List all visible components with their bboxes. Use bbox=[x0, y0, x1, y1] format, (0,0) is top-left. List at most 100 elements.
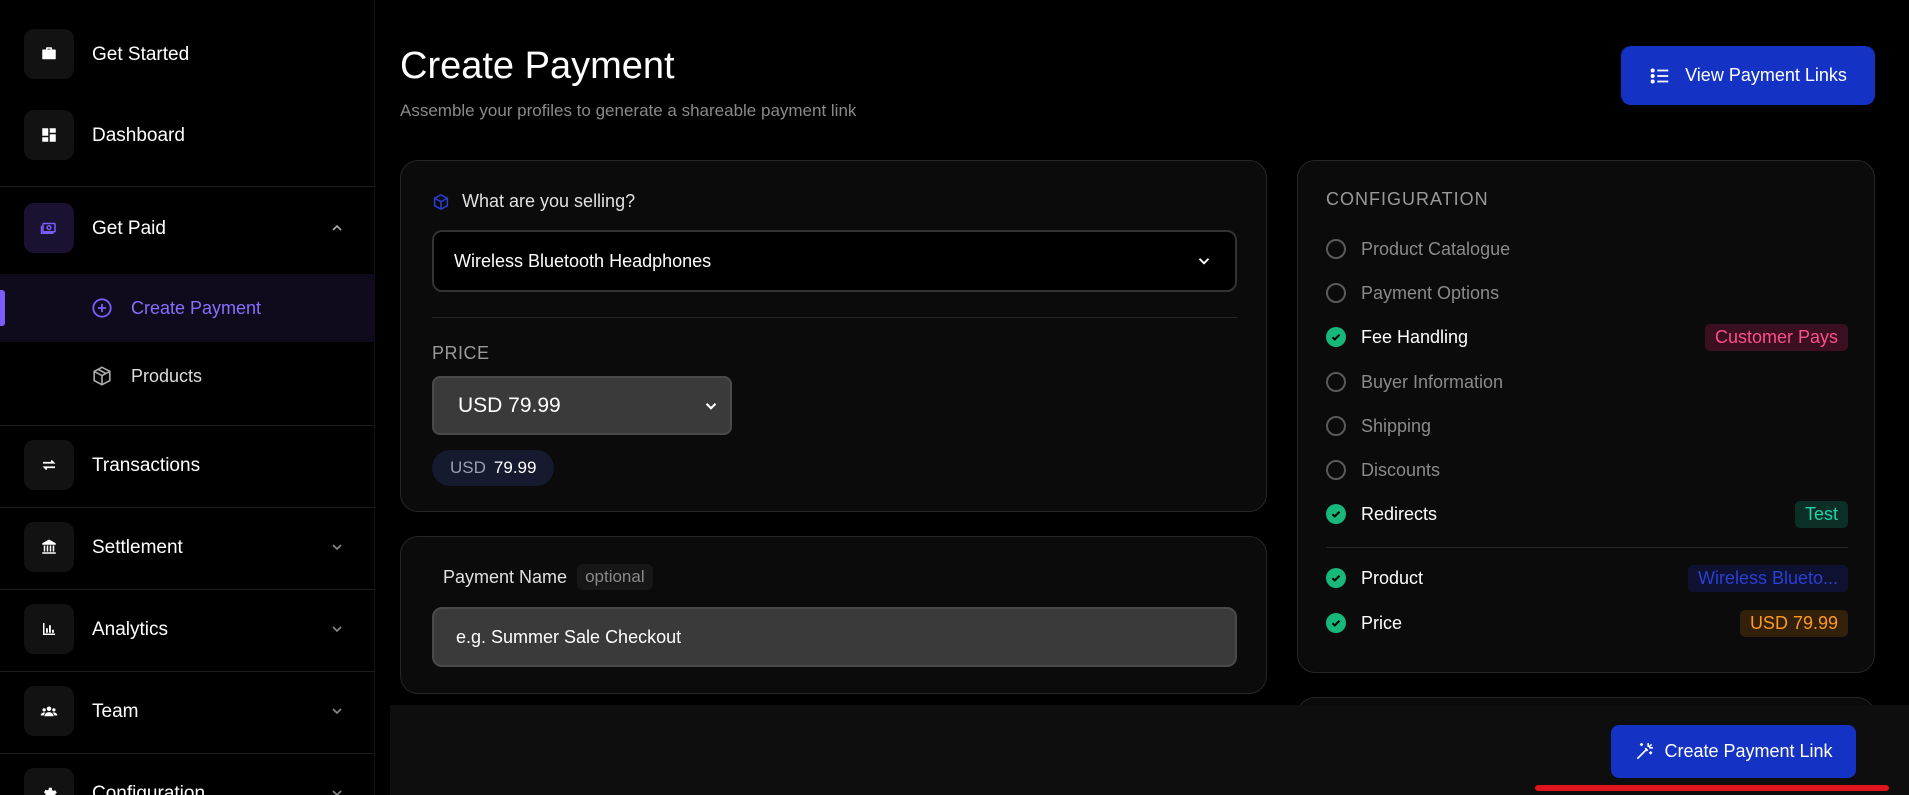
summary-item-label: Price bbox=[1361, 612, 1403, 633]
gear-icon bbox=[24, 768, 74, 795]
empty-circle-icon bbox=[1326, 460, 1346, 480]
sidebar-subitem-create-payment[interactable]: Create Payment bbox=[0, 278, 375, 338]
box-icon bbox=[433, 193, 449, 210]
sidebar-divider bbox=[0, 186, 375, 187]
list-icon bbox=[1650, 67, 1669, 84]
sidebar-item-get-started[interactable]: Get Started bbox=[0, 29, 375, 79]
price-pill: USD 79.99 bbox=[432, 450, 555, 486]
payment-name-input[interactable] bbox=[432, 607, 1237, 667]
config-item-fee-handling[interactable]: Fee Handling Customer Pays bbox=[1326, 322, 1848, 352]
config-item-discounts[interactable]: Discounts bbox=[1326, 455, 1848, 485]
configuration-title: CONFIGURATION bbox=[1326, 189, 1489, 209]
view-payment-links-label: View Payment Links bbox=[1685, 65, 1847, 85]
sidebar-item-configuration[interactable]: Configuration bbox=[0, 768, 375, 795]
payment-name-label-row: Payment Name optional bbox=[443, 564, 653, 590]
check-circle-icon bbox=[1326, 613, 1346, 633]
product-select[interactable]: Wireless Bluetooth Headphones bbox=[432, 230, 1237, 292]
page-title: Create Payment bbox=[400, 45, 675, 87]
config-item-buyer-information[interactable]: Buyer Information bbox=[1326, 367, 1848, 397]
dashboard-icon bbox=[24, 110, 74, 160]
chevron-down-icon bbox=[1198, 258, 1210, 265]
config-item-label: Product Catalogue bbox=[1361, 238, 1511, 259]
config-item-label: Redirects bbox=[1361, 503, 1438, 524]
product-selection-card: What are you selling? Wireless Bluetooth… bbox=[400, 160, 1267, 512]
check-circle-icon bbox=[1326, 504, 1346, 524]
chevron-down-icon[interactable] bbox=[325, 699, 349, 723]
config-item-label: Buyer Information bbox=[1361, 371, 1504, 392]
check-circle-icon bbox=[1326, 568, 1346, 588]
plus-circle-icon bbox=[90, 296, 114, 320]
payment-name-card: Payment Name optional bbox=[400, 536, 1267, 694]
payment-name-label: Payment Name bbox=[443, 566, 568, 587]
selling-question: What are you selling? bbox=[432, 191, 635, 212]
sidebar-item-dashboard[interactable]: Dashboard bbox=[0, 110, 375, 160]
briefcase-icon bbox=[24, 29, 74, 79]
optional-tag: optional bbox=[577, 564, 653, 590]
config-item-product-catalogue[interactable]: Product Catalogue bbox=[1326, 234, 1848, 264]
magic-wand-icon bbox=[1637, 742, 1654, 759]
price-label: PRICE bbox=[432, 343, 490, 363]
sidebar-subitem-label: Create Payment bbox=[131, 298, 262, 318]
transfer-icon bbox=[24, 440, 74, 490]
sidebar-item-team[interactable]: Team bbox=[0, 686, 375, 736]
empty-circle-icon bbox=[1326, 372, 1346, 392]
box-icon bbox=[90, 364, 114, 388]
config-divider bbox=[1326, 547, 1848, 548]
create-payment-link-button[interactable]: Create Payment Link bbox=[1611, 725, 1856, 778]
sidebar-divider bbox=[0, 753, 375, 754]
sidebar-subitem-label: Products bbox=[131, 366, 203, 386]
card-divider bbox=[432, 317, 1237, 318]
price-select-value: USD 79.99 bbox=[458, 393, 561, 417]
sidebar-divider bbox=[0, 589, 375, 590]
config-item-shipping[interactable]: Shipping bbox=[1326, 411, 1848, 441]
money-icon bbox=[24, 203, 74, 253]
empty-circle-icon bbox=[1326, 416, 1346, 436]
view-payment-links-button[interactable]: View Payment Links bbox=[1621, 46, 1875, 105]
sidebar-item-label: Settlement bbox=[92, 537, 183, 558]
status-badge: USD 79.99 bbox=[1739, 609, 1848, 637]
sidebar-item-transactions[interactable]: Transactions bbox=[0, 440, 375, 490]
price-select[interactable]: USD 79.99 bbox=[432, 376, 732, 435]
config-item-label: Shipping bbox=[1361, 415, 1432, 436]
chevron-down-icon[interactable] bbox=[325, 617, 349, 641]
sidebar-divider bbox=[0, 425, 375, 426]
status-badge: Test bbox=[1794, 500, 1848, 528]
price-pill-amount: 79.99 bbox=[493, 458, 537, 477]
sidebar-item-get-paid[interactable]: Get Paid bbox=[0, 203, 375, 253]
empty-circle-icon bbox=[1326, 283, 1346, 303]
selling-question-label: What are you selling? bbox=[462, 191, 636, 211]
sidebar-item-label: Team bbox=[92, 701, 139, 722]
summary-item-product: Product Wireless Blueto... bbox=[1326, 563, 1848, 593]
config-item-label: Discounts bbox=[1361, 459, 1441, 480]
config-item-label: Fee Handling bbox=[1361, 326, 1469, 347]
chevron-down-icon[interactable] bbox=[325, 781, 349, 795]
summary-item-label: Product bbox=[1361, 567, 1424, 588]
sidebar-item-analytics[interactable]: Analytics bbox=[0, 604, 375, 654]
empty-circle-icon bbox=[1326, 239, 1346, 259]
config-item-label: Payment Options bbox=[1361, 282, 1500, 303]
sidebar-divider bbox=[0, 507, 375, 508]
chevron-down-icon[interactable] bbox=[325, 535, 349, 559]
configuration-card: CONFIGURATION Product Catalogue Payment … bbox=[1297, 160, 1875, 673]
sidebar-item-label: Get Paid bbox=[92, 218, 166, 239]
price-pill-currency: USD bbox=[450, 458, 486, 477]
page-subtitle: Assemble your profiles to generate a sha… bbox=[400, 101, 857, 120]
check-circle-icon bbox=[1326, 327, 1346, 347]
sidebar-item-label: Get Started bbox=[92, 44, 190, 65]
create-payment-link-label: Create Payment Link bbox=[1664, 741, 1833, 761]
config-item-redirects[interactable]: Redirects Test bbox=[1326, 499, 1848, 529]
team-icon bbox=[24, 686, 74, 736]
sidebar-item-label: Configuration bbox=[92, 783, 206, 795]
sidebar: Get Started Dashboard Get Paid Create Pa… bbox=[0, 0, 375, 795]
summary-item-price: Price USD 79.99 bbox=[1326, 608, 1848, 638]
bar-chart-icon bbox=[24, 604, 74, 654]
sidebar-subitem-products[interactable]: Products bbox=[0, 346, 375, 406]
status-badge: Customer Pays bbox=[1704, 323, 1848, 351]
chevron-up-icon[interactable] bbox=[325, 216, 349, 240]
bank-icon bbox=[24, 522, 74, 572]
chevron-down-icon bbox=[705, 403, 717, 410]
sidebar-item-label: Dashboard bbox=[92, 125, 185, 146]
sidebar-item-label: Analytics bbox=[92, 619, 169, 640]
config-item-payment-options[interactable]: Payment Options bbox=[1326, 278, 1848, 308]
sidebar-item-settlement[interactable]: Settlement bbox=[0, 522, 375, 572]
